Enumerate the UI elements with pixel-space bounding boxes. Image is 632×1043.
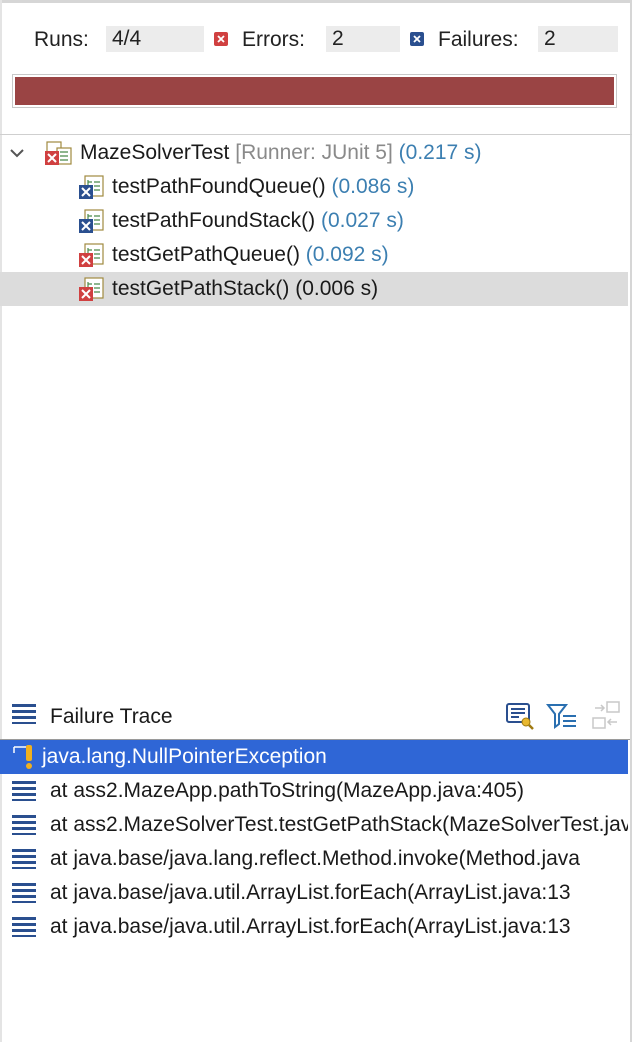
trace-line[interactable]: at java.base/java.util.ArrayList.forEach… bbox=[0, 910, 628, 944]
progress-bar bbox=[12, 74, 617, 108]
trace-line[interactable]: at ass2.MazeApp.pathToString(MazeApp.jav… bbox=[0, 774, 628, 808]
test-error-icon bbox=[79, 243, 104, 267]
trace-line-text: at ass2.MazeSolverTest.testGetPathStack(… bbox=[50, 813, 628, 836]
stack-frame-icon bbox=[12, 815, 36, 835]
errors-value: 2 bbox=[326, 26, 400, 52]
trace-line-text: java.lang.NullPointerException bbox=[42, 745, 327, 768]
tree-item-testGetPathQueue[interactable]: testGetPathQueue() (0.092 s) bbox=[0, 238, 628, 272]
test-time: (0.086 s) bbox=[331, 175, 415, 198]
stack-trace-icon bbox=[12, 704, 36, 724]
chevron-down-icon[interactable] bbox=[9, 145, 25, 161]
test-name: testPathFoundStack() bbox=[112, 209, 316, 232]
failures-value: 2 bbox=[538, 26, 618, 52]
suite-time: (0.217 s) bbox=[398, 141, 482, 164]
failures-label: Failures: bbox=[438, 28, 519, 51]
failure-icon bbox=[410, 32, 424, 46]
layout-toggle-icon[interactable] bbox=[590, 700, 622, 732]
trace-line[interactable]: at ass2.MazeSolverTest.testGetPathStack(… bbox=[0, 808, 628, 842]
trace-line-text: at java.base/java.lang.reflect.Method.in… bbox=[50, 847, 580, 870]
test-time: (0.006 s) bbox=[295, 277, 379, 300]
tree-root-row[interactable]: MazeSolverTest [Runner: JUnit 5] (0.217 … bbox=[0, 136, 628, 170]
test-name: testGetPathQueue() bbox=[112, 243, 300, 266]
trace-line[interactable]: at java.base/java.util.ArrayList.forEach… bbox=[0, 876, 628, 910]
stack-frame-icon bbox=[12, 883, 36, 903]
exception-icon bbox=[13, 745, 32, 769]
stack-frame-icon bbox=[12, 849, 36, 869]
test-name: testGetPathStack() bbox=[112, 277, 290, 300]
counters-bar: Runs: 4/4 Errors: 2 Failures: 2 bbox=[0, 26, 632, 54]
test-error-icon bbox=[79, 277, 104, 301]
trace-line-text: at java.base/java.util.ArrayList.forEach… bbox=[50, 915, 571, 938]
test-failure-icon bbox=[79, 175, 104, 199]
trace-line[interactable]: java.lang.NullPointerException bbox=[0, 740, 628, 774]
failure-trace-header: Failure Trace bbox=[0, 700, 632, 734]
compare-result-icon[interactable] bbox=[504, 700, 536, 732]
tree-item-testPathFoundStack[interactable]: testPathFoundStack() (0.027 s) bbox=[0, 204, 628, 238]
test-time: (0.092 s) bbox=[305, 243, 389, 266]
trace-line-text: at ass2.MazeApp.pathToString(MazeApp.jav… bbox=[50, 779, 524, 802]
errors-label: Errors: bbox=[242, 28, 305, 51]
test-failure-icon bbox=[79, 209, 104, 233]
failure-trace-list: java.lang.NullPointerException at ass2.M… bbox=[0, 739, 630, 1043]
runs-label: Runs: bbox=[34, 28, 89, 51]
progress-fill bbox=[15, 77, 614, 105]
filter-stack-trace-icon[interactable] bbox=[546, 700, 578, 732]
test-name: testPathFoundQueue() bbox=[112, 175, 326, 198]
failure-trace-title: Failure Trace bbox=[50, 705, 173, 728]
divider-top bbox=[0, 134, 632, 135]
trace-line[interactable]: at java.base/java.lang.reflect.Method.in… bbox=[0, 842, 628, 876]
stack-frame-icon bbox=[12, 781, 36, 801]
runner-label: [Runner: JUnit 5] bbox=[235, 141, 393, 164]
test-time: (0.027 s) bbox=[320, 209, 404, 232]
suite-name: MazeSolverTest bbox=[80, 141, 230, 164]
tree-item-testPathFoundQueue[interactable]: testPathFoundQueue() (0.086 s) bbox=[0, 170, 628, 204]
tree-root-label: MazeSolverTest [Runner: JUnit 5] (0.217 … bbox=[80, 141, 482, 165]
tree-item-testGetPathStack[interactable]: testGetPathStack() (0.006 s) bbox=[0, 272, 628, 306]
runs-value: 4/4 bbox=[106, 26, 204, 52]
error-icon bbox=[214, 32, 228, 46]
trace-line-text: at java.base/java.util.ArrayList.forEach… bbox=[50, 881, 571, 904]
stack-frame-icon bbox=[12, 917, 36, 937]
top-border bbox=[0, 0, 632, 3]
test-suite-error-icon bbox=[45, 141, 72, 165]
